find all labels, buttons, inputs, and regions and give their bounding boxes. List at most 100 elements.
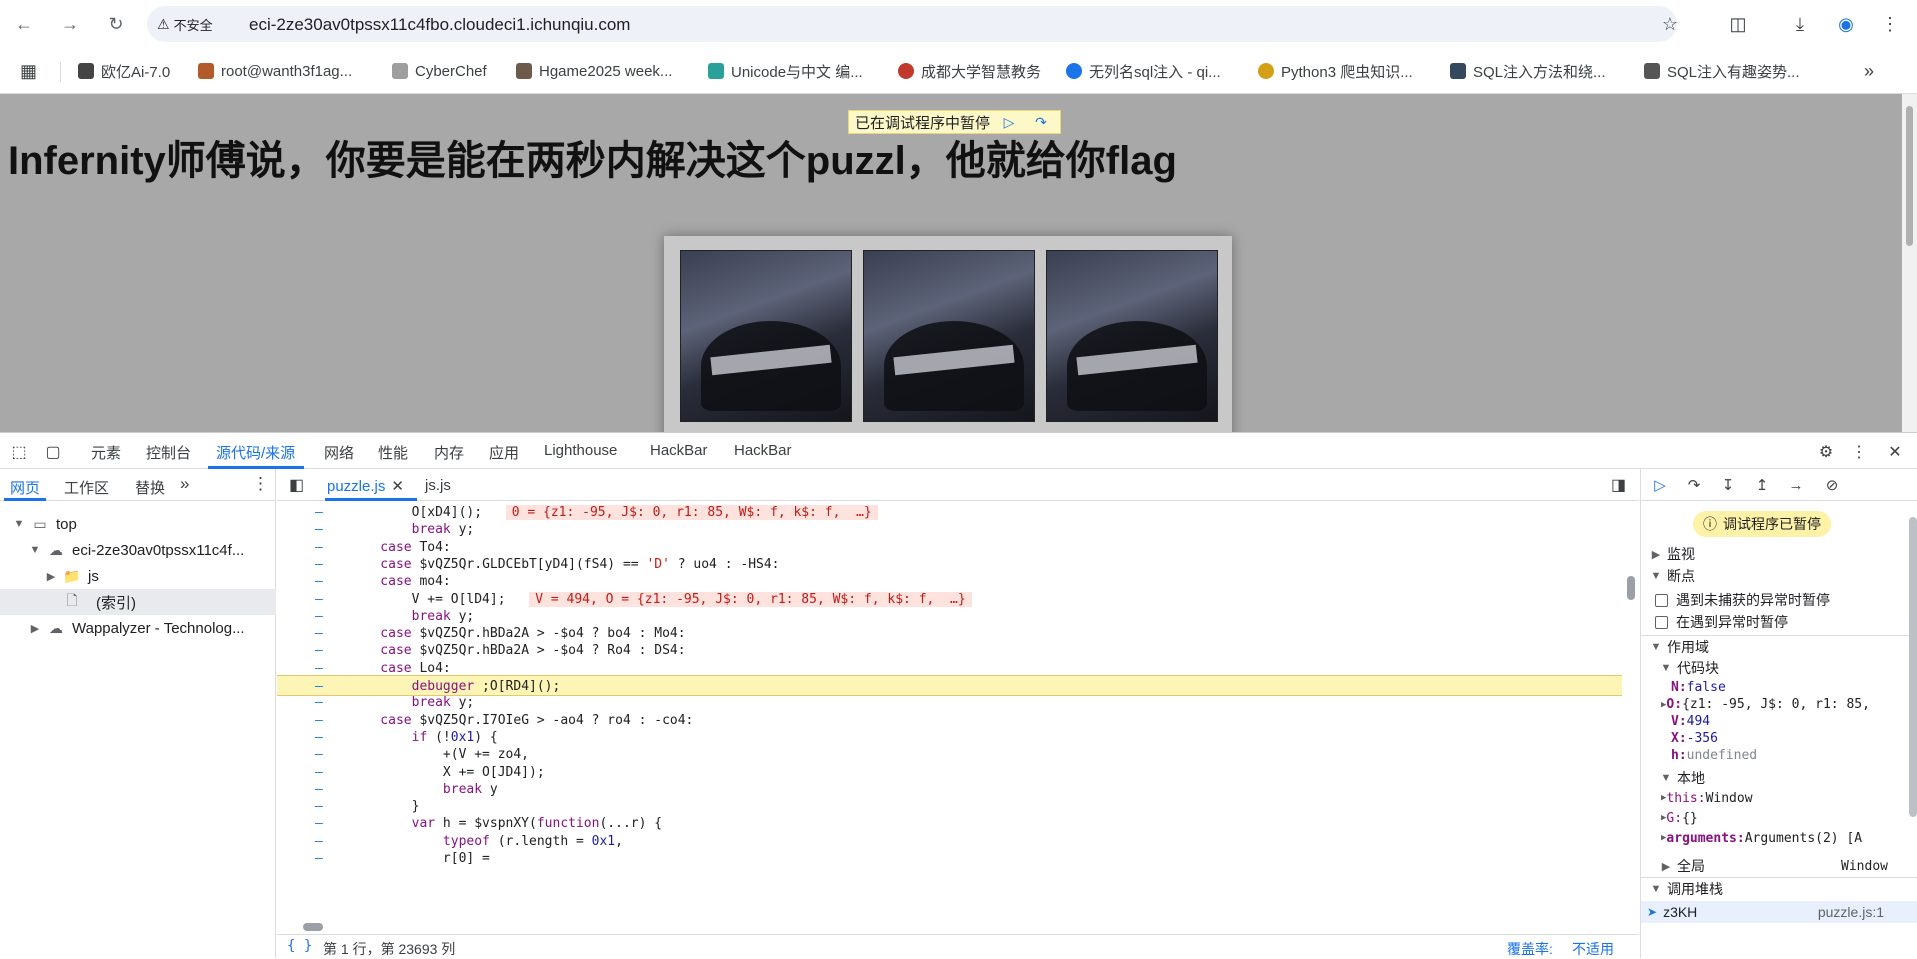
- tab-performance[interactable]: 性能: [378, 442, 408, 463]
- step-out-icon[interactable]: ↥: [1751, 475, 1773, 495]
- checkbox[interactable]: [1655, 615, 1668, 629]
- tab-network[interactable]: 网络: [324, 442, 354, 463]
- tab-hackbar[interactable]: HackBar: [650, 442, 708, 459]
- tab-overrides[interactable]: 替换: [135, 477, 165, 498]
- section-scope[interactable]: ▼ 作用域: [1641, 635, 1917, 657]
- bookmark-item[interactable]: 欧亿Ai-7.0: [78, 60, 170, 82]
- apps-icon[interactable]: ▦: [20, 60, 37, 82]
- section-watch[interactable]: ▶ 监视: [1641, 543, 1917, 565]
- code-line[interactable]: – r[0] =: [277, 848, 1622, 869]
- step-icon[interactable]: →: [1785, 475, 1807, 495]
- tree-item-top[interactable]: ▼ ▭ top: [0, 511, 276, 537]
- paused-overlay: 已在调试程序中暂停 ▷ ↷: [848, 110, 1062, 134]
- scope-variable[interactable]: ▶ G: {}: [1641, 809, 1917, 827]
- puzzle-tile[interactable]: [1046, 250, 1218, 422]
- tab-memory[interactable]: 内存: [434, 442, 464, 463]
- tree-item-host[interactable]: ▼ ☁ eci-2ze30av0tpssx11c4f...: [0, 537, 276, 563]
- scope-block[interactable]: ▼ 代码块: [1641, 657, 1917, 679]
- scope-global[interactable]: ▶ 全局 Window: [1641, 855, 1917, 877]
- tab-hackbar[interactable]: HackBar: [734, 442, 792, 459]
- code-horizontal-scrollbar[interactable]: [277, 920, 1622, 934]
- line-gutter-marker[interactable]: –: [315, 848, 323, 869]
- coverage-value[interactable]: 不适用: [1572, 939, 1614, 959]
- inspect-element-icon[interactable]: ⬚: [8, 441, 30, 463]
- tab-page[interactable]: 网页: [10, 477, 40, 498]
- scope-variable[interactable]: ▶ O: {z1: -95, J$: 0, r1: 85,: [1641, 696, 1917, 713]
- security-indicator[interactable]: ⚠ 不安全: [157, 14, 213, 34]
- expand-arrow-icon[interactable]: ▶: [28, 622, 42, 635]
- puzzle-tile[interactable]: [863, 250, 1035, 422]
- back-icon[interactable]: ←: [10, 10, 38, 38]
- scope-variable[interactable]: ▶ this: Window: [1641, 789, 1917, 807]
- checkbox[interactable]: [1655, 593, 1668, 607]
- editor-tab-js-js[interactable]: js.js: [425, 477, 451, 494]
- coverage-label: 覆盖率:: [1507, 941, 1553, 957]
- code-view[interactable]: – O[xD4](); 0 = {z1: -95, J$: 0, r1: 85,…: [277, 502, 1622, 920]
- scope-local[interactable]: ▼ 本地: [1641, 767, 1917, 789]
- tab-sources[interactable]: 源代码/来源: [216, 442, 295, 463]
- sidebar-scrollbar[interactable]: [1909, 517, 1917, 817]
- tree-item-index[interactable]: 🗋 (索引): [0, 589, 276, 615]
- extensions-icon[interactable]: ◫: [1724, 10, 1752, 38]
- resume-icon[interactable]: ▷: [996, 112, 1022, 132]
- tree-item-wappalyzer[interactable]: ▶ ☁ Wappalyzer - Technolog...: [0, 615, 276, 641]
- tab-console[interactable]: 控制台: [146, 442, 191, 463]
- callstack-frame[interactable]: ➤ z3KH puzzle.js:1: [1641, 901, 1917, 923]
- bookmark-item[interactable]: 无列名sql注入 - qi...: [1066, 60, 1221, 82]
- bookmark-item[interactable]: Unicode与中文 编...: [708, 60, 863, 82]
- bookmark-item[interactable]: 成都大学智慧教务: [898, 60, 1041, 82]
- step-over-icon[interactable]: ↷: [1028, 112, 1054, 132]
- toggle-debugger-icon[interactable]: ◨: [1611, 475, 1626, 495]
- bookmark-star-icon[interactable]: ☆: [1656, 10, 1684, 38]
- pause-caught-option[interactable]: 在遇到异常时暂停: [1641, 611, 1917, 633]
- tree-item-js-folder[interactable]: ▶ 📁 js: [0, 563, 276, 589]
- url-text[interactable]: eci-2ze30av0tpssx11c4fbo.cloudeci1.ichun…: [249, 15, 630, 35]
- section-breakpoints[interactable]: ▼ 断点: [1641, 565, 1917, 587]
- tab-workspace[interactable]: 工作区: [64, 477, 109, 498]
- expand-arrow-icon[interactable]: ▶: [44, 570, 58, 583]
- active-tab-indicator: [325, 498, 417, 501]
- scope-variable[interactable]: V: 494: [1641, 713, 1917, 730]
- device-toolbar-icon[interactable]: ▢: [42, 441, 64, 463]
- address-bar[interactable]: ⚠ 不安全 eci-2ze30av0tpssx11c4fbo.cloudeci1…: [147, 6, 1677, 42]
- step-over-icon[interactable]: ↷: [1683, 475, 1705, 495]
- tab-elements[interactable]: 元素: [91, 442, 121, 463]
- code-vertical-scrollbar[interactable]: [1622, 502, 1639, 920]
- close-tab-icon[interactable]: ✕: [391, 478, 404, 495]
- deactivate-breakpoints-icon[interactable]: ⊘: [1821, 475, 1843, 495]
- bookmark-item[interactable]: Hgame2025 week...: [516, 60, 672, 82]
- tab-application[interactable]: 应用: [489, 442, 519, 463]
- bookmark-item[interactable]: Python3 爬虫知识...: [1258, 60, 1413, 82]
- bookmark-item[interactable]: SQL注入方法和绕...: [1450, 60, 1606, 82]
- pretty-print-icon[interactable]: { }: [287, 938, 312, 954]
- settings-gear-icon[interactable]: ⚙: [1815, 441, 1837, 463]
- pause-uncaught-option[interactable]: 遇到未捕获的异常时暂停: [1641, 589, 1917, 611]
- resume-icon[interactable]: ▷: [1649, 475, 1671, 495]
- step-into-icon[interactable]: ↧: [1717, 475, 1739, 495]
- reload-icon[interactable]: ↻: [102, 10, 130, 38]
- bookmark-item[interactable]: SQL注入有趣姿势...: [1644, 60, 1800, 82]
- bookmark-item[interactable]: root@wanth3f1ag...: [198, 60, 352, 82]
- close-icon[interactable]: ✕: [1884, 441, 1906, 463]
- tab-lighthouse[interactable]: Lighthouse: [544, 442, 617, 459]
- expand-arrow-icon[interactable]: ▼: [28, 544, 42, 556]
- more-options-icon[interactable]: ⋮: [1848, 441, 1870, 463]
- expand-arrow-icon[interactable]: ▼: [12, 518, 26, 530]
- more-bookmarks-icon[interactable]: »: [1864, 60, 1874, 82]
- page-scrollbar[interactable]: [1902, 94, 1917, 432]
- more-options-icon[interactable]: ⋮: [252, 474, 269, 494]
- scope-variable[interactable]: h: undefined: [1641, 747, 1917, 764]
- profile-icon[interactable]: ◉: [1832, 10, 1860, 38]
- menu-icon[interactable]: ⋮: [1876, 10, 1904, 38]
- scope-variable[interactable]: ▶ arguments: Arguments(2) [A: [1641, 829, 1917, 847]
- puzzle-tile[interactable]: [680, 250, 852, 422]
- download-icon[interactable]: ⤓: [1786, 10, 1814, 38]
- more-tabs-icon[interactable]: »: [180, 474, 189, 494]
- bookmark-item[interactable]: CyberChef: [392, 60, 487, 82]
- forward-icon[interactable]: →: [56, 10, 84, 38]
- toggle-navigator-icon[interactable]: ◧: [289, 475, 304, 495]
- editor-tab-puzzle-js[interactable]: puzzle.js ✕: [327, 477, 404, 495]
- scope-variable[interactable]: X: -356: [1641, 730, 1917, 747]
- section-callstack[interactable]: ▼ 调用堆栈: [1641, 877, 1917, 899]
- scope-variable[interactable]: N: false: [1641, 679, 1917, 696]
